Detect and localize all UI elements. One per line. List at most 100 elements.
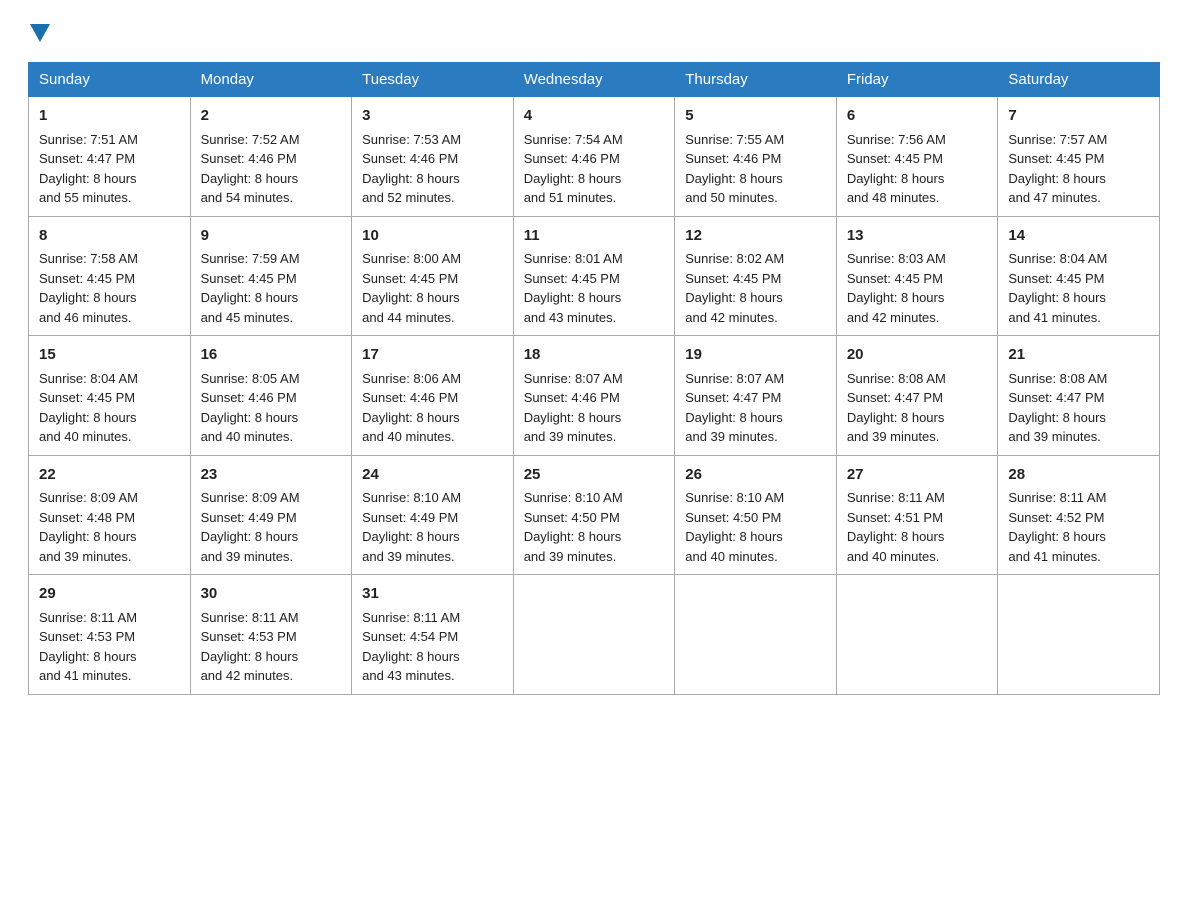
calendar-cell — [836, 575, 998, 695]
day-number: 5 — [685, 105, 826, 128]
day-daylight: Daylight: 8 hoursand 39 minutes. — [201, 529, 299, 564]
calendar-cell: 20 Sunrise: 8:08 AM Sunset: 4:47 PM Dayl… — [836, 336, 998, 456]
calendar-cell: 1 Sunrise: 7:51 AM Sunset: 4:47 PM Dayli… — [29, 97, 191, 217]
day-number: 6 — [847, 105, 988, 128]
day-daylight: Daylight: 8 hoursand 48 minutes. — [847, 171, 945, 206]
day-daylight: Daylight: 8 hoursand 50 minutes. — [685, 171, 783, 206]
calendar-week-row: 29 Sunrise: 8:11 AM Sunset: 4:53 PM Dayl… — [29, 575, 1160, 695]
day-daylight: Daylight: 8 hoursand 55 minutes. — [39, 171, 137, 206]
day-sunrise: Sunrise: 8:11 AM — [201, 610, 299, 625]
day-sunrise: Sunrise: 7:59 AM — [201, 251, 300, 266]
calendar-cell: 29 Sunrise: 8:11 AM Sunset: 4:53 PM Dayl… — [29, 575, 191, 695]
calendar-cell: 17 Sunrise: 8:06 AM Sunset: 4:46 PM Dayl… — [352, 336, 514, 456]
day-sunset: Sunset: 4:46 PM — [524, 390, 620, 405]
weekday-header-saturday: Saturday — [998, 63, 1160, 97]
day-daylight: Daylight: 8 hoursand 41 minutes. — [39, 649, 137, 684]
calendar-cell: 23 Sunrise: 8:09 AM Sunset: 4:49 PM Dayl… — [190, 455, 352, 575]
day-sunrise: Sunrise: 8:02 AM — [685, 251, 784, 266]
calendar-cell: 4 Sunrise: 7:54 AM Sunset: 4:46 PM Dayli… — [513, 97, 675, 217]
day-daylight: Daylight: 8 hoursand 43 minutes. — [362, 649, 460, 684]
day-sunset: Sunset: 4:50 PM — [685, 510, 781, 525]
weekday-header-monday: Monday — [190, 63, 352, 97]
day-sunset: Sunset: 4:47 PM — [685, 390, 781, 405]
day-sunset: Sunset: 4:48 PM — [39, 510, 135, 525]
day-sunrise: Sunrise: 8:11 AM — [39, 610, 137, 625]
weekday-header-wednesday: Wednesday — [513, 63, 675, 97]
day-number: 13 — [847, 225, 988, 248]
day-daylight: Daylight: 8 hoursand 39 minutes. — [1008, 410, 1106, 445]
day-sunrise: Sunrise: 7:55 AM — [685, 132, 784, 147]
day-sunrise: Sunrise: 7:53 AM — [362, 132, 461, 147]
weekday-header-sunday: Sunday — [29, 63, 191, 97]
day-sunset: Sunset: 4:49 PM — [201, 510, 297, 525]
calendar-cell: 19 Sunrise: 8:07 AM Sunset: 4:47 PM Dayl… — [675, 336, 837, 456]
day-sunrise: Sunrise: 8:11 AM — [847, 490, 945, 505]
day-daylight: Daylight: 8 hoursand 45 minutes. — [201, 290, 299, 325]
day-daylight: Daylight: 8 hoursand 40 minutes. — [201, 410, 299, 445]
day-number: 7 — [1008, 105, 1149, 128]
day-number: 12 — [685, 225, 826, 248]
day-number: 2 — [201, 105, 342, 128]
calendar-week-row: 8 Sunrise: 7:58 AM Sunset: 4:45 PM Dayli… — [29, 216, 1160, 336]
weekday-header-friday: Friday — [836, 63, 998, 97]
day-number: 1 — [39, 105, 180, 128]
day-daylight: Daylight: 8 hoursand 40 minutes. — [362, 410, 460, 445]
day-sunset: Sunset: 4:46 PM — [201, 151, 297, 166]
day-sunset: Sunset: 4:45 PM — [362, 271, 458, 286]
calendar-cell: 24 Sunrise: 8:10 AM Sunset: 4:49 PM Dayl… — [352, 455, 514, 575]
day-number: 15 — [39, 344, 180, 367]
day-number: 18 — [524, 344, 665, 367]
calendar-cell — [998, 575, 1160, 695]
day-sunset: Sunset: 4:45 PM — [1008, 151, 1104, 166]
day-daylight: Daylight: 8 hoursand 51 minutes. — [524, 171, 622, 206]
day-daylight: Daylight: 8 hoursand 41 minutes. — [1008, 529, 1106, 564]
day-sunrise: Sunrise: 7:52 AM — [201, 132, 300, 147]
calendar-cell: 2 Sunrise: 7:52 AM Sunset: 4:46 PM Dayli… — [190, 97, 352, 217]
day-sunrise: Sunrise: 8:10 AM — [362, 490, 461, 505]
calendar-cell: 27 Sunrise: 8:11 AM Sunset: 4:51 PM Dayl… — [836, 455, 998, 575]
day-daylight: Daylight: 8 hoursand 39 minutes. — [847, 410, 945, 445]
day-number: 9 — [201, 225, 342, 248]
day-sunset: Sunset: 4:49 PM — [362, 510, 458, 525]
calendar-cell: 15 Sunrise: 8:04 AM Sunset: 4:45 PM Dayl… — [29, 336, 191, 456]
calendar-cell: 18 Sunrise: 8:07 AM Sunset: 4:46 PM Dayl… — [513, 336, 675, 456]
day-sunset: Sunset: 4:45 PM — [39, 271, 135, 286]
calendar-cell: 28 Sunrise: 8:11 AM Sunset: 4:52 PM Dayl… — [998, 455, 1160, 575]
weekday-header-thursday: Thursday — [675, 63, 837, 97]
day-sunset: Sunset: 4:46 PM — [685, 151, 781, 166]
calendar-cell: 7 Sunrise: 7:57 AM Sunset: 4:45 PM Dayli… — [998, 97, 1160, 217]
day-sunrise: Sunrise: 7:58 AM — [39, 251, 138, 266]
day-sunset: Sunset: 4:45 PM — [1008, 271, 1104, 286]
day-number: 17 — [362, 344, 503, 367]
calendar-cell: 25 Sunrise: 8:10 AM Sunset: 4:50 PM Dayl… — [513, 455, 675, 575]
day-sunrise: Sunrise: 7:51 AM — [39, 132, 138, 147]
calendar-cell: 14 Sunrise: 8:04 AM Sunset: 4:45 PM Dayl… — [998, 216, 1160, 336]
day-sunset: Sunset: 4:47 PM — [39, 151, 135, 166]
page-header — [28, 24, 1160, 44]
calendar-cell: 8 Sunrise: 7:58 AM Sunset: 4:45 PM Dayli… — [29, 216, 191, 336]
day-number: 25 — [524, 464, 665, 487]
day-daylight: Daylight: 8 hoursand 39 minutes. — [524, 529, 622, 564]
day-sunset: Sunset: 4:45 PM — [847, 271, 943, 286]
calendar-cell: 13 Sunrise: 8:03 AM Sunset: 4:45 PM Dayl… — [836, 216, 998, 336]
day-number: 16 — [201, 344, 342, 367]
calendar-cell: 21 Sunrise: 8:08 AM Sunset: 4:47 PM Dayl… — [998, 336, 1160, 456]
calendar-cell: 22 Sunrise: 8:09 AM Sunset: 4:48 PM Dayl… — [29, 455, 191, 575]
day-daylight: Daylight: 8 hoursand 44 minutes. — [362, 290, 460, 325]
day-sunset: Sunset: 4:52 PM — [1008, 510, 1104, 525]
day-sunrise: Sunrise: 8:11 AM — [1008, 490, 1106, 505]
day-daylight: Daylight: 8 hoursand 41 minutes. — [1008, 290, 1106, 325]
day-number: 8 — [39, 225, 180, 248]
calendar-cell: 9 Sunrise: 7:59 AM Sunset: 4:45 PM Dayli… — [190, 216, 352, 336]
day-number: 14 — [1008, 225, 1149, 248]
calendar-week-row: 1 Sunrise: 7:51 AM Sunset: 4:47 PM Dayli… — [29, 97, 1160, 217]
day-sunrise: Sunrise: 8:04 AM — [1008, 251, 1107, 266]
day-sunrise: Sunrise: 8:06 AM — [362, 371, 461, 386]
day-number: 28 — [1008, 464, 1149, 487]
day-number: 23 — [201, 464, 342, 487]
calendar-cell — [675, 575, 837, 695]
day-sunset: Sunset: 4:53 PM — [39, 629, 135, 644]
day-daylight: Daylight: 8 hoursand 40 minutes. — [685, 529, 783, 564]
day-sunrise: Sunrise: 8:09 AM — [201, 490, 300, 505]
day-daylight: Daylight: 8 hoursand 39 minutes. — [685, 410, 783, 445]
